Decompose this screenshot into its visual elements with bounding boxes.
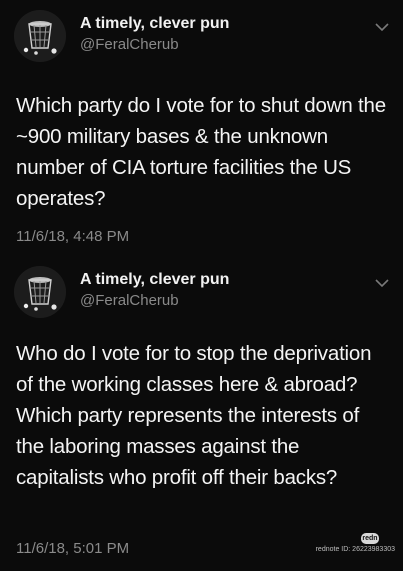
- watermark-text: rednote ID: 26223983303: [315, 546, 395, 553]
- display-name[interactable]: A timely, clever pun: [80, 271, 229, 289]
- handle[interactable]: @FeralCherub: [80, 292, 179, 309]
- timestamp[interactable]: 11/6/18, 5:01 PM: [16, 540, 129, 557]
- tweet[interactable]: A timely, clever pun @FeralCherub Who do…: [0, 256, 403, 571]
- chevron-down-icon[interactable]: [375, 278, 389, 288]
- watermark: redn rednote ID: 26223983303: [305, 533, 395, 563]
- timestamp[interactable]: 11/6/18, 4:48 PM: [16, 228, 129, 245]
- tweet-text: Which party do I vote for to shut down t…: [16, 94, 386, 210]
- avatar[interactable]: [14, 10, 66, 62]
- trash-can-icon: [14, 266, 66, 318]
- avatar[interactable]: [14, 266, 66, 318]
- display-name[interactable]: A timely, clever pun: [80, 15, 229, 33]
- watermark-badge: redn: [361, 533, 379, 544]
- trash-can-icon: [14, 10, 66, 62]
- chevron-down-icon[interactable]: [375, 22, 389, 32]
- handle[interactable]: @FeralCherub: [80, 36, 179, 53]
- tweet-text: Who do I vote for to stop the deprivatio…: [16, 342, 372, 489]
- tweet[interactable]: A timely, clever pun @FeralCherub Which …: [0, 0, 403, 256]
- tweet-feed: A timely, clever pun @FeralCherub Which …: [0, 0, 403, 571]
